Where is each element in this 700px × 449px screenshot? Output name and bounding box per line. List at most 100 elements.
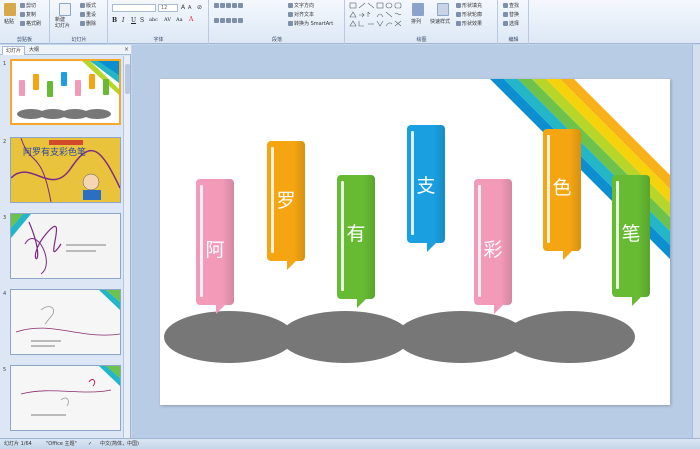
slide-thumbnail-row[interactable]: 4	[0, 289, 124, 359]
smartart-button[interactable]: 转换为 SmartArt	[288, 20, 333, 27]
slide-canvas[interactable]: 阿 罗 有 支 彩 色 笔	[160, 79, 670, 405]
card-character: 笔	[621, 223, 641, 245]
slide-thumbnail-row[interactable]: 3	[0, 213, 124, 283]
card-tail	[357, 298, 367, 308]
slides-group: 新建 幻灯片 版式 重设 删除 幻灯片	[51, 0, 108, 44]
slide-thumbnail[interactable]	[10, 289, 121, 355]
quick-styles-button[interactable]: 快速样式	[430, 18, 450, 25]
replace-label: 替换	[509, 12, 520, 18]
bold-button[interactable]: B	[112, 17, 117, 24]
font-size-combo[interactable]: 12	[158, 4, 178, 12]
ellipse-2[interactable]	[280, 311, 410, 363]
thumbnail-5-preview	[11, 366, 120, 430]
bookmark-card[interactable]: 阿	[196, 179, 234, 314]
spellcheck-icon[interactable]: ✓	[88, 439, 92, 449]
status-bar: 幻灯片 1/64 "Office 主题" ✓ 中文(简体，中国)	[0, 438, 700, 449]
ellipse-4[interactable]	[505, 311, 635, 363]
bookmark-card[interactable]: 笔	[612, 175, 650, 306]
align-buttons[interactable]	[214, 18, 244, 24]
line-spacing-icon	[238, 3, 243, 8]
select-button[interactable]: 选择	[503, 20, 519, 27]
bookmark-card[interactable]: 彩	[474, 179, 512, 314]
italic-button[interactable]: I	[122, 17, 124, 24]
shape-fill-label: 形状填充	[462, 3, 483, 9]
new-slide-icon[interactable]	[59, 3, 71, 16]
format-painter-button[interactable]: 格式刷	[20, 20, 41, 27]
bookmark-card[interactable]: 罗	[267, 141, 305, 270]
shapes-gallery[interactable]	[349, 2, 407, 30]
copy-button[interactable]: 复制	[20, 11, 36, 18]
text-direction-button[interactable]: 文字方向	[288, 2, 314, 9]
new-slide-button[interactable]: 新建 幻灯片	[55, 17, 70, 29]
cut-button[interactable]: 剪切	[20, 2, 36, 9]
grow-font-button[interactable]: A	[181, 4, 185, 11]
delete-icon	[80, 21, 85, 26]
shape-effects-button[interactable]: 形状效果	[456, 20, 482, 27]
tab-slides[interactable]: 幻灯片	[2, 46, 26, 55]
close-icon[interactable]: ×	[124, 46, 129, 53]
slide-thumbnail-row[interactable]: 1	[0, 59, 124, 129]
bookmark-card[interactable]: 有	[337, 175, 375, 308]
card-tail	[216, 304, 226, 314]
group-label-font: 字体	[153, 37, 164, 43]
slide-thumbnail-row[interactable]: 2 阿罗有支彩色笔	[0, 137, 124, 207]
arrange-button[interactable]: 排列	[411, 18, 421, 25]
thumbnail-scrollbar[interactable]	[123, 56, 130, 438]
reset-icon	[80, 12, 85, 17]
slide-thumbnail-row[interactable]: 5	[0, 365, 124, 435]
editor-vertical-scrollbar[interactable]	[692, 45, 700, 438]
outdent-icon	[226, 3, 231, 8]
change-case-button[interactable]: Aa	[176, 17, 183, 23]
quick-styles-icon[interactable]	[437, 3, 449, 16]
ellipse-1[interactable]	[164, 311, 294, 363]
language-indicator[interactable]: 中文(简体，中国)	[100, 439, 139, 449]
card-character: 阿	[205, 239, 225, 261]
paste-button[interactable]: 粘贴	[4, 18, 14, 25]
align-text-button[interactable]: 对齐文本	[288, 11, 314, 18]
thumbnail-scroll-thumb[interactable]	[125, 64, 130, 94]
bullets-button[interactable]	[214, 3, 244, 9]
slide-thumbnail[interactable]	[10, 365, 121, 431]
columns-icon	[238, 18, 243, 23]
bookmark-card[interactable]: 色	[543, 129, 581, 260]
drawing-group: 排列 快速样式 形状填充 形状轮廓 形状效果 绘图	[346, 0, 498, 44]
delete-button[interactable]: 删除	[80, 20, 96, 27]
slide-thumbnail[interactable]: 阿罗有支彩色笔	[10, 137, 121, 203]
underline-button[interactable]: U	[131, 17, 136, 24]
ribbon: 粘贴 剪切 复制 格式刷 剪贴板 新建 幻灯片 版式 重设 删除 幻灯片 12 …	[0, 0, 700, 44]
font-color-button[interactable]: A	[189, 16, 193, 23]
find-button[interactable]: 查找	[503, 2, 519, 9]
fill-bucket-icon	[456, 3, 461, 8]
strikethrough-button[interactable]: S	[140, 17, 144, 24]
clear-format-button[interactable]: ⊘	[197, 4, 202, 11]
bookmark-card[interactable]: 支	[407, 125, 445, 252]
char-spacing-button[interactable]: AV	[164, 17, 171, 23]
slide-editor: 阿 罗 有 支 彩 色 笔	[132, 45, 700, 438]
slide-thumbnail-selected[interactable]	[10, 59, 121, 125]
copy-icon	[20, 12, 25, 17]
panel-tabs: 幻灯片 大纲 ×	[0, 45, 131, 55]
shape-outline-button[interactable]: 形状轮廓	[456, 11, 482, 18]
shadow-button[interactable]: abc	[149, 17, 158, 23]
layout-button[interactable]: 版式	[80, 2, 96, 9]
group-label-clipboard: 剪贴板	[16, 37, 32, 43]
paste-icon[interactable]	[4, 3, 16, 16]
shape-fill-button[interactable]: 形状填充	[456, 2, 482, 9]
group-label-drawing: 绘图	[416, 37, 427, 43]
reset-button[interactable]: 重设	[80, 11, 96, 18]
tab-outline[interactable]: 大纲	[26, 46, 42, 55]
slide-thumbnail[interactable]	[10, 213, 121, 279]
pencil-icon	[456, 12, 461, 17]
card-character: 彩	[483, 239, 503, 261]
shape-effects-label: 形状效果	[462, 21, 483, 27]
shrink-font-button[interactable]: A	[188, 5, 191, 11]
slides-panel: 幻灯片 大纲 × 1 2 阿罗有支彩色笔 3 4 5	[0, 45, 131, 438]
font-name-combo[interactable]	[112, 4, 156, 12]
text-direction-icon	[288, 3, 293, 8]
format-painter-label: 格式刷	[26, 21, 42, 27]
scissors-icon	[20, 3, 25, 8]
editing-group: 查找 替换 选择 编辑	[499, 0, 529, 44]
clipboard-group: 粘贴 剪切 复制 格式刷 剪贴板	[0, 0, 50, 44]
replace-button[interactable]: 替换	[503, 11, 519, 18]
arrange-icon[interactable]	[412, 3, 424, 16]
